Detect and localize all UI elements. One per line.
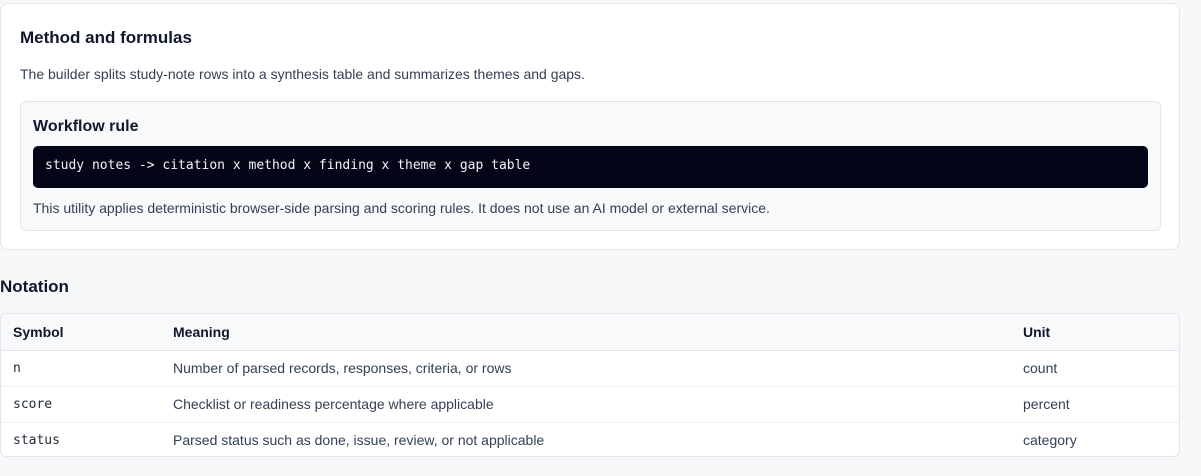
column-header-unit: Unit bbox=[1011, 314, 1179, 351]
cell-unit: category bbox=[1023, 432, 1077, 449]
cell-symbol: score bbox=[1, 386, 161, 423]
notation-title: Notation bbox=[0, 277, 69, 296]
method-card: Method and formulas The builder splits s… bbox=[0, 3, 1180, 250]
table-row: n Number of parsed records, responses, c… bbox=[1, 350, 1179, 387]
method-title: Method and formulas bbox=[20, 28, 192, 47]
workflow-rule-box: Workflow rule study notes -> citation x … bbox=[20, 101, 1161, 231]
cell-unit: count bbox=[1011, 350, 1179, 387]
notation-table: Symbol Meaning Unit n Number of parsed r… bbox=[0, 313, 1180, 457]
workflow-rule-note: This utility applies deterministic brows… bbox=[33, 200, 770, 216]
table-header-row: Symbol Meaning Unit bbox=[1, 314, 1179, 351]
workflow-rule-title: Workflow rule bbox=[33, 118, 139, 135]
cell-meaning: Checklist or readiness percentage where … bbox=[161, 386, 1011, 423]
table-row: status Parsed status such as done, issue… bbox=[1, 422, 1179, 456]
column-header-meaning: Meaning bbox=[161, 314, 1011, 351]
table-row: score Checklist or readiness percentage … bbox=[1, 386, 1179, 423]
cell-symbol: n bbox=[1, 350, 161, 387]
cell-meaning: Number of parsed records, responses, cri… bbox=[161, 350, 1011, 387]
cell-meaning: Parsed status such as done, issue, revie… bbox=[173, 432, 545, 449]
workflow-rule-code: study notes -> citation x method x findi… bbox=[33, 146, 1148, 188]
column-header-symbol: Symbol bbox=[1, 314, 161, 351]
cell-symbol: status bbox=[13, 432, 60, 448]
cell-unit: percent bbox=[1011, 386, 1179, 423]
method-description: The builder splits study-note rows into … bbox=[20, 66, 585, 82]
